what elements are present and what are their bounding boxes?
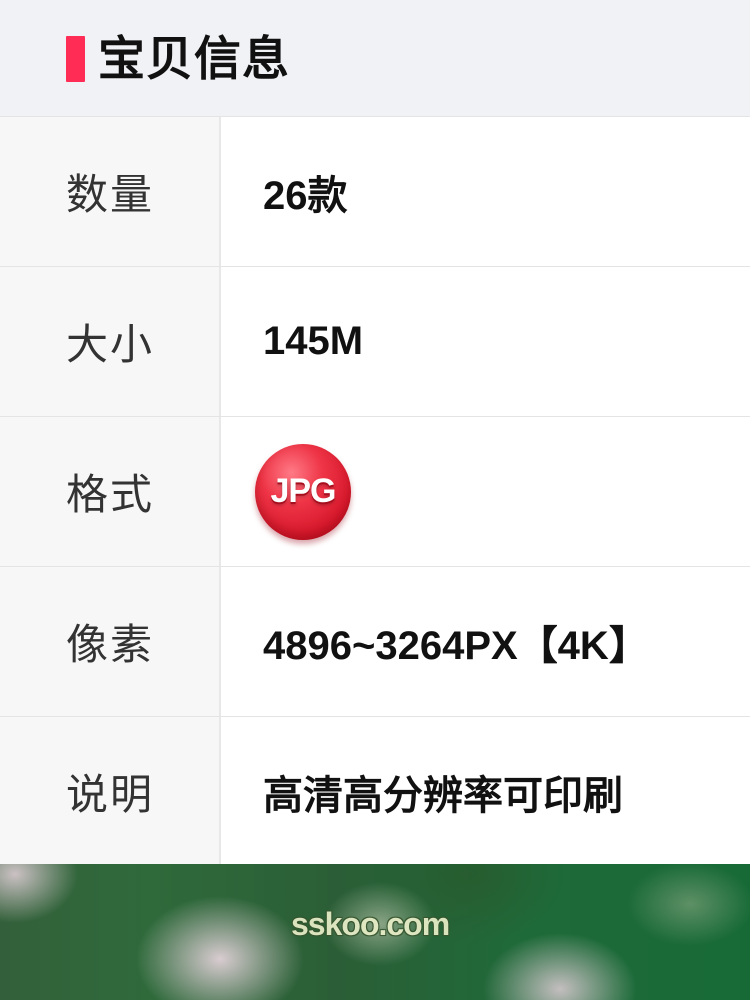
row-value: 高清高分辨率可印刷 <box>263 773 623 818</box>
row-label: 像素 <box>66 621 155 668</box>
row-label: 格式 <box>66 471 155 518</box>
table-row-description: 说明 高清高分辨率可印刷 <box>0 717 750 867</box>
row-value: 26款 <box>263 173 348 218</box>
row-label: 数量 <box>66 171 155 218</box>
label-cell: 说明 <box>0 717 221 866</box>
jpg-format-icon: JPG <box>255 443 351 540</box>
section-title: 宝贝信息 <box>98 32 290 85</box>
info-table: 数量 26款 大小 145M 格式 JPG 像素 4896~3264PX【4K】… <box>0 116 750 867</box>
header-accent-bar <box>66 36 85 82</box>
label-cell: 大小 <box>0 267 221 416</box>
value-cell: 145M <box>221 267 750 416</box>
value-cell: 高清高分辨率可印刷 <box>221 717 750 866</box>
row-label: 说明 <box>66 771 155 818</box>
row-value: 145M <box>263 319 364 363</box>
table-row-quantity: 数量 26款 <box>0 116 750 267</box>
table-row-size: 大小 145M <box>0 267 750 417</box>
table-row-pixels: 像素 4896~3264PX【4K】 <box>0 567 750 717</box>
format-badge-label: JPG <box>270 472 336 510</box>
value-cell: 4896~3264PX【4K】 <box>221 567 750 716</box>
watermark-text: sskoo.com <box>291 906 450 942</box>
label-cell: 格式 <box>0 417 221 566</box>
label-cell: 像素 <box>0 567 221 716</box>
label-cell: 数量 <box>0 117 221 266</box>
table-row-format: 格式 JPG <box>0 417 750 567</box>
row-value: 4896~3264PX【4K】 <box>263 623 649 668</box>
row-label: 大小 <box>66 321 155 368</box>
preview-photo: sskoo.com <box>0 864 750 1000</box>
value-cell: 26款 <box>221 117 750 266</box>
product-info-page: 宝贝信息 数量 26款 大小 145M 格式 JPG 像素 4896~3264P… <box>0 0 750 1000</box>
value-cell: JPG <box>221 417 750 566</box>
section-header: 宝贝信息 <box>0 0 750 116</box>
